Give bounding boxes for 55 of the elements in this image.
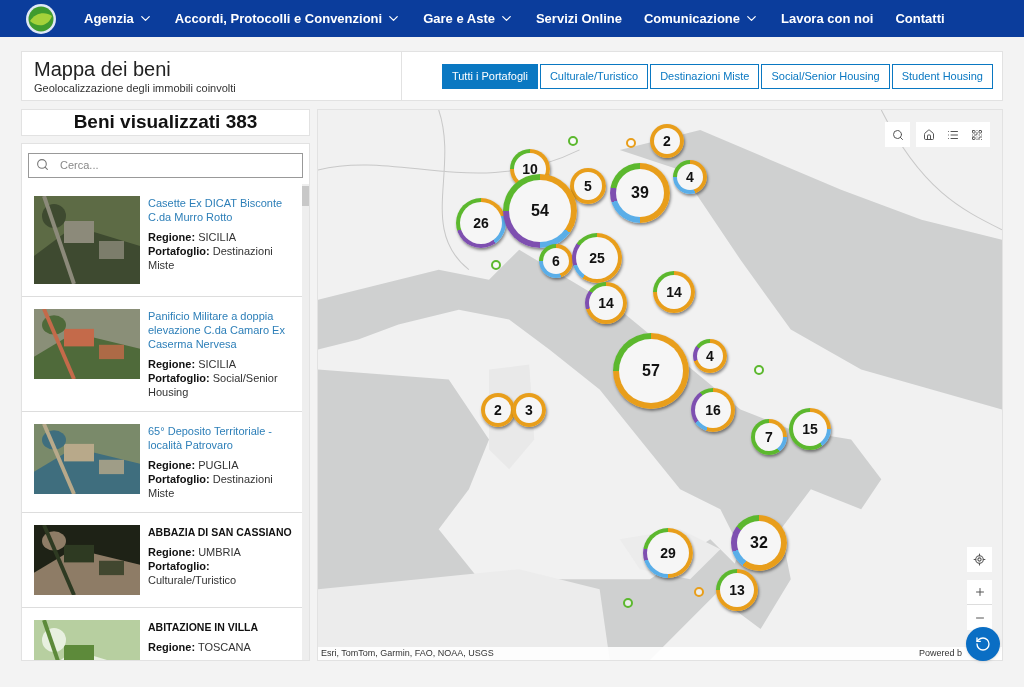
asset-title-link[interactable]: 65° Deposito Territoriale - località Patrovaro [148, 423, 300, 452]
page-title: Mappa dei beni [34, 58, 172, 80]
region-text: Regione: SICILIA [148, 356, 238, 371]
portfolio-text: Portafoglio: Destinazioni Miste [148, 243, 274, 272]
asset-list-item[interactable]: Panificio Militare a doppia elevazione C.da Camaro Ex Caserma Nervesa Regione: SICILIA Portafoglio: Social/Senior Housing [22, 296, 302, 412]
nav-link[interactable]: Gare e Aste [423, 8, 514, 29]
nav-link[interactable]: Lavora con noi [781, 8, 874, 29]
grid-icon [971, 128, 983, 141]
region-text: Regione: TOSCANA [148, 639, 252, 654]
marker-icon[interactable] [623, 598, 633, 608]
region-text: Regione: UMBRIA [148, 544, 242, 559]
filter-tab[interactable]: Culturale/Turistico [539, 63, 649, 89]
asset-list-item[interactable]: 65° Deposito Territoriale - località Patrovaro Regione: PUGLIA Portafoglio: Destinazioni Miste [22, 411, 302, 513]
marker-icon[interactable] [754, 365, 764, 375]
search-field[interactable]: Cerca... [28, 152, 303, 178]
refresh-icon [975, 636, 991, 652]
portfolio-text: Portafoglio: Social/Senior Housing [148, 370, 279, 399]
locate-button[interactable] [967, 547, 992, 572]
asset-list-item[interactable]: Casette Ex DICAT Bisconte C.da Murro Rotto Regione: SICILIA Portafoglio: Destinazioni Miste [22, 183, 302, 297]
asset-list-item[interactable]: ABBAZIA DI SAN CASSIANO Regione: UMBRIA Portafoglio: Culturale/Turistico [22, 512, 302, 608]
asset-title-link[interactable]: Panificio Militare a doppia elevazione C.da Camaro Ex Caserma Nervesa [148, 308, 300, 351]
search-icon [891, 128, 904, 141]
home-icon [923, 128, 935, 141]
logo-icon [25, 2, 57, 35]
search-button[interactable] [885, 122, 910, 147]
filter-tab[interactable]: Student Housing [891, 63, 993, 89]
region-text: Regione: PUGLIA [148, 457, 240, 472]
list-icon [947, 128, 959, 141]
nav-link[interactable]: Comunicazione [643, 8, 759, 29]
portfolio-text: Portafoglio: Destinazioni Miste [148, 471, 274, 500]
marker-icon[interactable] [694, 587, 704, 597]
nav-link[interactable]: Agenzia [84, 8, 153, 29]
filter-tab[interactable]: Tutti i Portafogli [441, 63, 538, 89]
nav-link[interactable]: Accordi, Protocolli e Convenzioni [174, 8, 402, 29]
nav-link[interactable]: Servizi Online [535, 8, 622, 29]
region-text: Regione: SICILIA [148, 229, 238, 244]
count-title: Beni visualizzati 383 [73, 110, 258, 135]
asset-title-link[interactable]: Casette Ex DICAT Bisconte C.da Murro Rotto [148, 195, 300, 224]
asset-list-item[interactable]: ABITAZIONE IN VILLA Regione: TOSCANA [22, 607, 302, 660]
locate-icon [973, 553, 986, 566]
page-subtitle: Geolocalizzazione degli immobili coinvolti [34, 81, 237, 96]
search-icon [36, 158, 49, 171]
filter-tab[interactable]: Social/Senior Housing [761, 63, 890, 89]
filter-tab[interactable]: Destinazioni Miste [650, 63, 760, 89]
scrollbar-thumb[interactable] [302, 185, 309, 206]
map-attribution: Esri, TomTom, Garmin, FAO, NOAA, USGS [321, 646, 494, 660]
asset-title: ABBAZIA DI SAN CASSIANO [148, 524, 293, 539]
marker-icon[interactable] [491, 260, 501, 270]
marker-icon[interactable] [626, 138, 636, 148]
nav-link[interactable]: Contatti [895, 8, 945, 29]
plus-icon [973, 586, 986, 598]
portfolio-text: Portafoglio: Culturale/Turistico [148, 558, 238, 587]
marker-icon[interactable] [568, 136, 578, 146]
powered-by-text: Powered b [918, 646, 962, 660]
asset-title: ABITAZIONE IN VILLA [148, 619, 259, 634]
